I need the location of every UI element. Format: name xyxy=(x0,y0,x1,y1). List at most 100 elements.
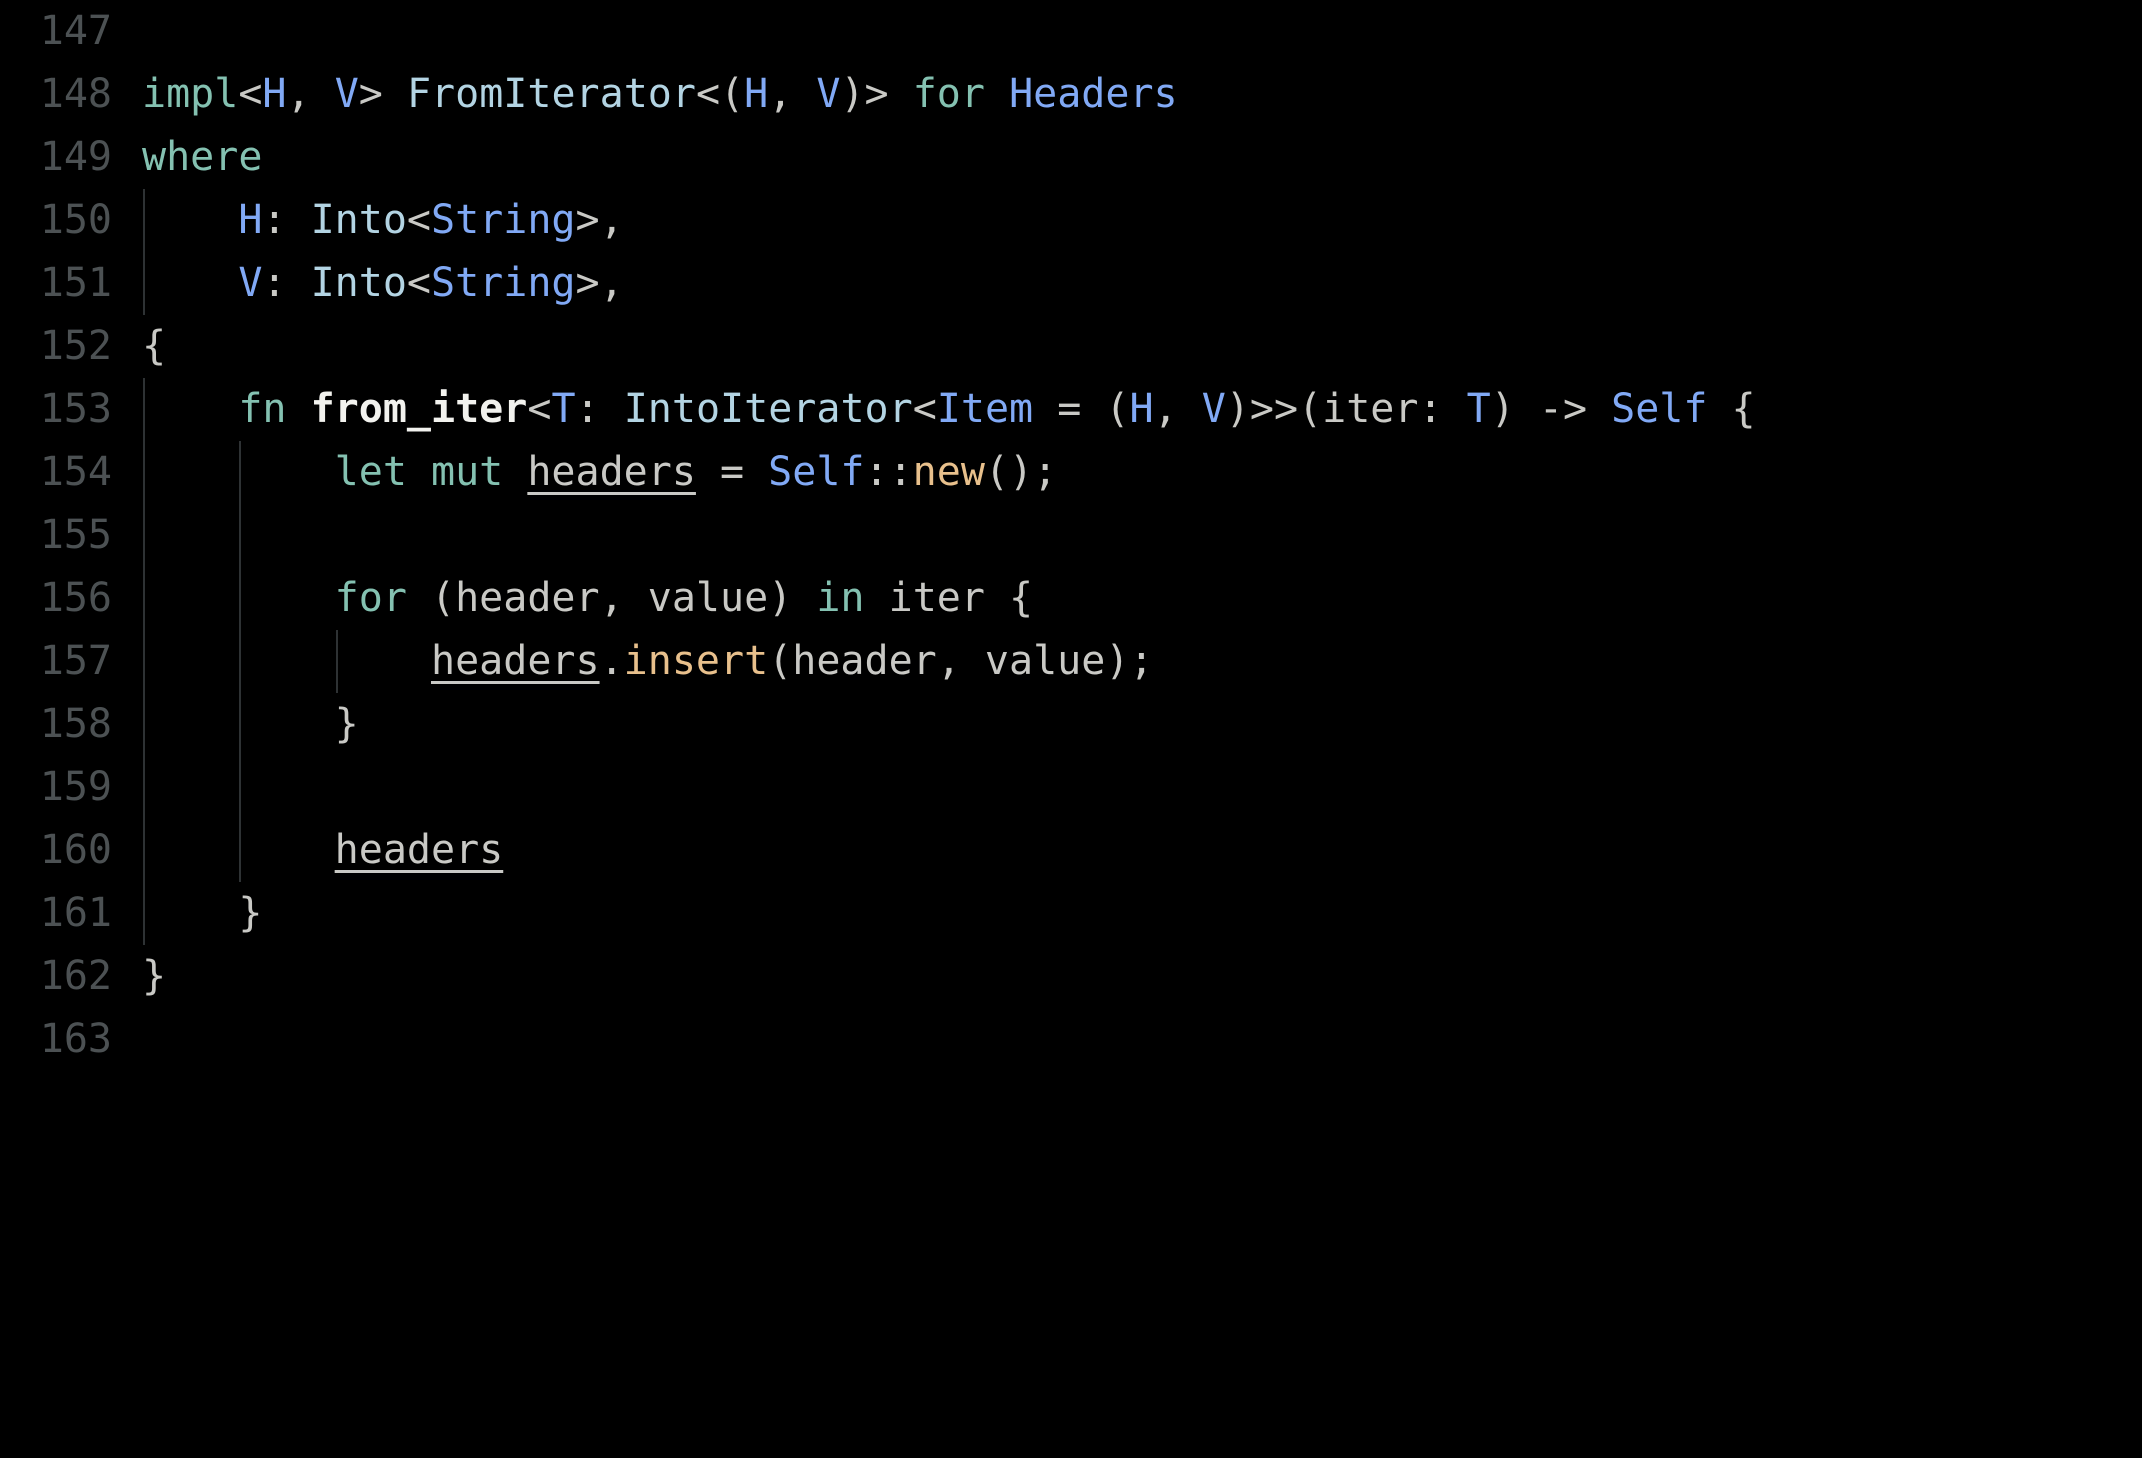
line-number: 148 xyxy=(39,71,112,117)
code-token-pun xyxy=(142,449,335,495)
code-token-pun: < xyxy=(406,260,432,306)
code-line[interactable]: 151 V: Into<String>, xyxy=(0,252,2142,315)
code-token-typ: Self xyxy=(1611,386,1708,432)
code-token-pun: ); xyxy=(1105,638,1154,684)
code-line-content[interactable]: } xyxy=(142,945,166,1008)
line-number: 153 xyxy=(39,386,112,432)
code-line[interactable]: 156 for (header, value) in iter { xyxy=(0,567,2142,630)
indent-guide xyxy=(143,504,145,567)
code-line-content[interactable]: V: Into<String>, xyxy=(142,252,624,315)
code-token-pun xyxy=(865,575,889,621)
code-token-kw: fn xyxy=(238,386,287,432)
code-line-content[interactable]: where xyxy=(142,126,262,189)
indent-guide xyxy=(239,504,242,567)
code-token-pun: , xyxy=(768,71,817,117)
code-line-content[interactable]: impl<H, V> FromIterator<(H, V)> for Head… xyxy=(142,63,1178,126)
code-line[interactable]: 148 impl<H, V> FromIterator<(H, V)> for H… xyxy=(0,63,2142,126)
code-token-pun: > xyxy=(358,71,407,117)
code-token-pun: <( xyxy=(695,71,745,117)
code-line[interactable]: 154 let mut headers = Self::new(); xyxy=(0,441,2142,504)
code-line-content[interactable]: } xyxy=(142,693,359,756)
code-token-typ: V xyxy=(238,260,263,306)
code-token-kw: for xyxy=(334,575,407,621)
code-token-pun: : xyxy=(262,197,311,243)
code-token-pun: iter xyxy=(888,575,985,621)
code-token-pun: , xyxy=(936,638,985,684)
code-line-content[interactable]: headers xyxy=(142,819,504,882)
code-line[interactable]: 158 } xyxy=(0,693,2142,756)
code-token-typ: T xyxy=(551,386,576,432)
code-token-pun: } xyxy=(142,953,167,999)
code-token-pun: >, xyxy=(575,260,624,306)
code-token-typ: String xyxy=(431,197,576,243)
code-lines-container[interactable]: 147 148 impl<H, V> FromIterator<(H, V)> fo… xyxy=(0,0,2142,1458)
code-token-kw: mut xyxy=(431,449,504,495)
code-token-pun: value xyxy=(984,638,1106,684)
code-token-tra: Into xyxy=(310,260,407,306)
code-token-pun: ) xyxy=(768,575,817,621)
code-line-content[interactable]: { xyxy=(142,315,166,378)
code-token-pun: < xyxy=(238,71,263,117)
code-line[interactable]: 150 H: Into<String>, xyxy=(0,189,2142,252)
indent-guide xyxy=(239,756,242,819)
code-line[interactable]: 161 } xyxy=(0,882,2142,945)
code-token-pun: iter xyxy=(1322,386,1419,432)
code-token-pun: header xyxy=(792,638,937,684)
code-token-pun: : xyxy=(1418,386,1467,432)
code-line[interactable]: 147 xyxy=(0,0,2142,63)
code-editor[interactable]: 147 148 impl<H, V> FromIterator<(H, V)> fo… xyxy=(0,0,2142,1458)
code-token-fnc: insert xyxy=(623,638,769,684)
line-number: 159 xyxy=(39,764,112,810)
code-line[interactable]: 152 { xyxy=(0,315,2142,378)
line-number: 158 xyxy=(39,701,112,747)
code-token-pun: = xyxy=(695,449,769,495)
code-token-typ: H xyxy=(262,71,287,117)
code-token-kw: where xyxy=(142,134,263,180)
code-line-content[interactable]: headers.insert(header, value); xyxy=(142,630,1154,693)
line-number: 147 xyxy=(39,8,112,54)
code-token-var: headers xyxy=(334,827,504,873)
code-token-typ: Headers xyxy=(1009,71,1178,117)
code-token-pun: ( xyxy=(406,575,456,621)
code-token-tra: IntoIterator xyxy=(623,386,913,432)
code-token-fnc: new xyxy=(912,449,985,495)
code-line[interactable]: 155 xyxy=(0,504,2142,567)
code-token-fnd: from_iter xyxy=(310,386,528,432)
code-line[interactable]: 160 headers xyxy=(0,819,2142,882)
line-number: 149 xyxy=(39,134,112,180)
code-line-content[interactable]: fn from_iter<T: IntoIterator<Item = (H, … xyxy=(142,378,1755,441)
code-token-kw: in xyxy=(816,575,865,621)
code-token-tra: Into xyxy=(310,197,407,243)
line-number: 154 xyxy=(39,449,112,495)
code-token-pun: < xyxy=(406,197,432,243)
code-token-pun: = ( xyxy=(1033,386,1130,432)
code-line-content[interactable]: for (header, value) in iter { xyxy=(142,567,1033,630)
code-token-pun: : xyxy=(575,386,624,432)
code-line[interactable]: 163 xyxy=(0,1008,2142,1071)
line-number: 163 xyxy=(39,1016,112,1062)
code-line[interactable]: 162} xyxy=(0,945,2142,1008)
code-token-pun xyxy=(142,827,335,873)
code-token-typ: H xyxy=(744,71,769,117)
code-token-kw: for xyxy=(912,71,985,117)
code-line[interactable]: 159 xyxy=(0,756,2142,819)
code-token-pun xyxy=(503,449,527,495)
code-line[interactable]: 157 headers.insert(header, value); xyxy=(0,630,2142,693)
code-token-pun: < xyxy=(912,386,937,432)
code-line-content[interactable]: H: Into<String>, xyxy=(142,189,623,252)
code-line-content[interactable]: } xyxy=(142,882,262,945)
line-number: 161 xyxy=(39,890,112,936)
code-token-pun xyxy=(142,197,238,243)
code-token-typ: Item xyxy=(936,386,1034,432)
code-token-tra: FromIterator xyxy=(406,71,696,117)
code-line-content[interactable]: let mut headers = Self::new(); xyxy=(142,441,1058,504)
code-token-pun: { xyxy=(142,323,167,369)
code-line[interactable]: 153 fn from_iter<T: IntoIterator<Item = … xyxy=(0,378,2142,441)
code-line[interactable]: 149 where xyxy=(0,126,2142,189)
code-token-typ: String xyxy=(431,260,576,306)
code-token-typ: Self xyxy=(768,449,865,495)
line-number: 157 xyxy=(39,638,112,684)
code-token-pun: header xyxy=(455,575,600,621)
line-number: 160 xyxy=(39,827,112,873)
code-token-pun: , xyxy=(599,575,648,621)
